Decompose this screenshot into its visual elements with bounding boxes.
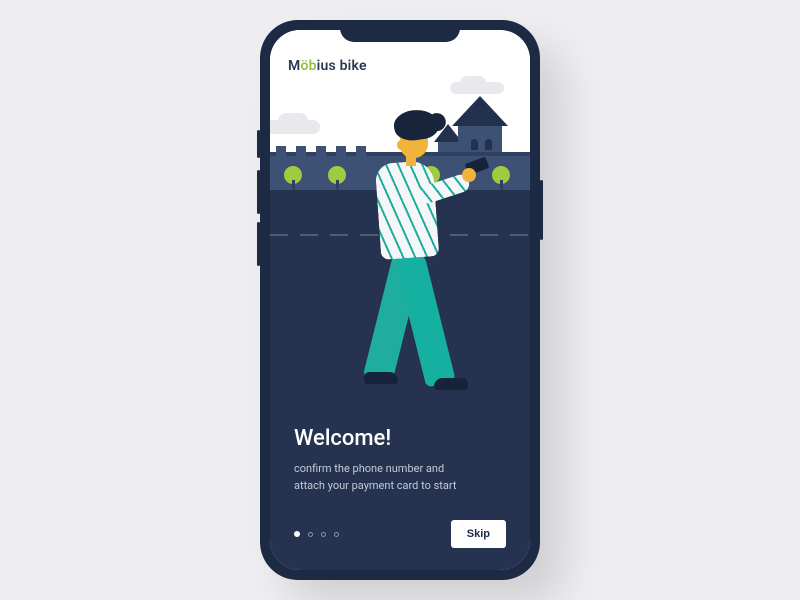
- onboarding-footer: Skip: [294, 520, 506, 548]
- onboarding-title: Welcome!: [294, 426, 506, 451]
- device-side-button: [257, 130, 260, 158]
- page-dot[interactable]: [334, 532, 339, 537]
- person-illustration: [340, 110, 480, 400]
- screen: Möbius bike: [270, 30, 530, 570]
- page-dot[interactable]: [321, 532, 326, 537]
- tree-icon: [284, 166, 302, 192]
- device-side-button: [257, 170, 260, 214]
- device-notch: [340, 20, 460, 42]
- cloud-icon: [450, 82, 504, 94]
- onboarding-content: Welcome! confirm the phone number and at…: [270, 426, 530, 570]
- page-indicator[interactable]: [294, 531, 339, 537]
- logo-text: M: [288, 58, 300, 74]
- app-logo: Möbius bike: [288, 58, 367, 74]
- onboarding-subtitle: confirm the phone number and attach your…: [294, 461, 474, 494]
- cloud-icon: [270, 120, 320, 134]
- skip-button[interactable]: Skip: [451, 520, 506, 548]
- device-frame: Möbius bike: [260, 20, 540, 580]
- logo-accent-icon: öb: [300, 58, 316, 74]
- device-side-button: [257, 222, 260, 266]
- logo-text: ius bike: [317, 58, 367, 74]
- page-dot-active[interactable]: [294, 531, 300, 537]
- page-dot[interactable]: [308, 532, 313, 537]
- tree-icon: [492, 166, 510, 192]
- device-side-button: [540, 180, 543, 240]
